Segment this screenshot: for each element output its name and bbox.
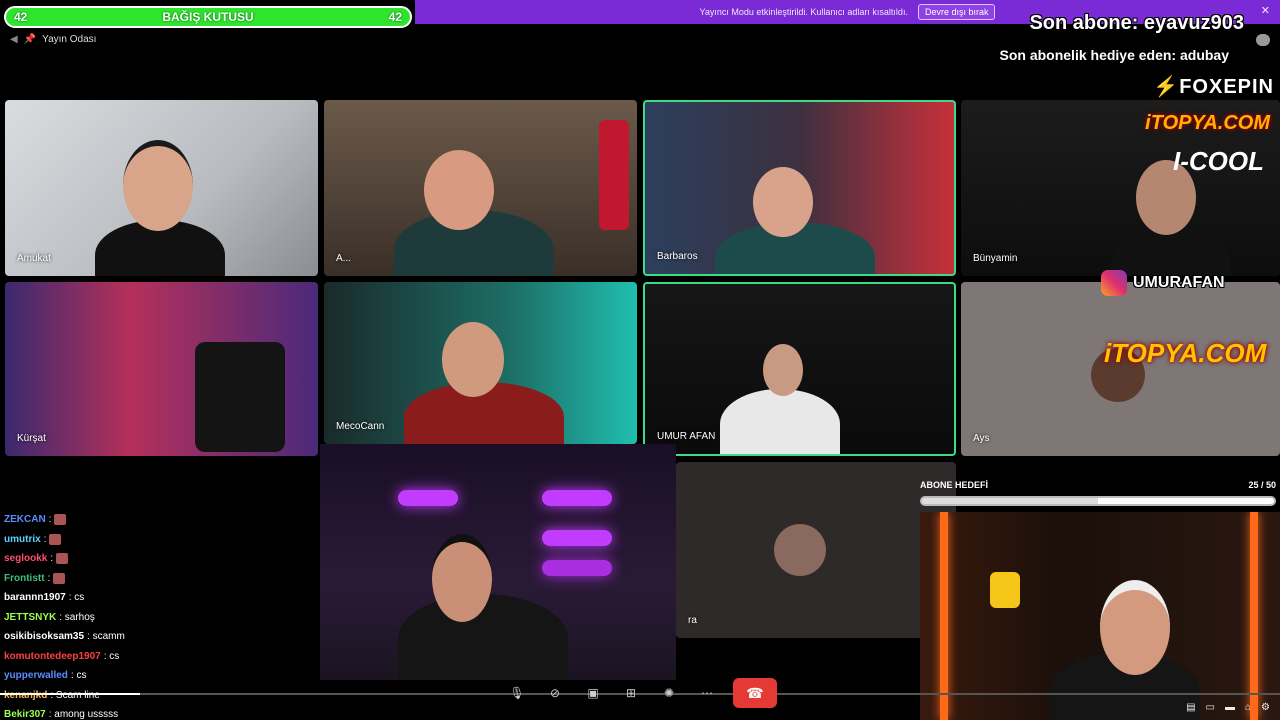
- chat-message: seglookk:: [4, 549, 334, 569]
- chat-colon: :: [47, 572, 51, 584]
- donation-bar: 42 BAĞIŞ KUTUSU 42: [4, 6, 412, 28]
- grid-icon[interactable]: ⊞: [619, 686, 643, 700]
- participant-name: MecoCann: [336, 421, 385, 432]
- participant-tile[interactable]: MecoCann: [324, 282, 637, 444]
- chat-colon: :: [48, 514, 52, 526]
- chat-username[interactable]: Frontistt: [4, 573, 45, 584]
- chat-message: umutrix:: [4, 530, 334, 550]
- participant-tile[interactable]: ra: [676, 462, 956, 638]
- chat-text: : scamm: [87, 631, 125, 643]
- participant-name: ra: [688, 615, 697, 626]
- chat-colon: :: [43, 533, 47, 545]
- chat-message: yupperwalled: cs: [4, 666, 334, 686]
- chat-message: Frontistt:: [4, 569, 334, 589]
- theater-icon[interactable]: ▬: [1225, 702, 1235, 713]
- icool-logo: I-COOL: [1173, 146, 1264, 176]
- chat-message: JETTSNYK: sarhoş: [4, 608, 334, 628]
- last-gift-overlay: Son abonelik hediye eden: adubay: [999, 47, 1230, 63]
- participant-name: UMUR AFAN: [657, 431, 716, 442]
- chat-text: : sarhoş: [59, 611, 95, 623]
- participant-name: A...: [336, 253, 352, 264]
- chat-username[interactable]: yupperwalled: [4, 670, 68, 681]
- participant-name: Ays: [973, 433, 990, 444]
- chat-colon: :: [50, 553, 54, 565]
- cast-icon[interactable]: ⌂: [1245, 702, 1251, 713]
- screen-share-icon[interactable]: ▣: [581, 686, 605, 700]
- chat-message: komutontedeep1907: cs: [4, 647, 334, 667]
- participant-tile[interactable]: Barbaros: [643, 100, 956, 276]
- chat-username[interactable]: JETTSNYK: [4, 612, 56, 623]
- chat-emote-icon: [56, 553, 69, 565]
- participant-name: Barbaros: [657, 251, 698, 262]
- disable-streamer-mode-button[interactable]: Devre dışı bırak: [917, 4, 996, 20]
- chat-message: barannn1907: cs: [4, 588, 334, 608]
- chat-message: kenanjkd: Scam line: [4, 686, 334, 706]
- pin-icon: 📌: [23, 34, 37, 45]
- participant-tile[interactable]: Kürşat: [5, 282, 318, 456]
- mic-icon[interactable]: 🎙: [505, 686, 529, 700]
- chat-username[interactable]: Bekir307: [4, 709, 46, 720]
- banner-message: Yayıncı Modu etkinleştirildi. Kullanıcı …: [699, 7, 908, 17]
- chat-username[interactable]: umutrix: [4, 534, 41, 545]
- sub-goal-widget: ABONE HEDEFİ 25 / 50: [920, 480, 1276, 506]
- chat-text: : among usssss: [48, 709, 119, 720]
- chat-username[interactable]: osikibisoksam35: [4, 631, 84, 642]
- participant-tile[interactable]: A...: [324, 100, 637, 276]
- foxepin-logo: ⚡FOXEPIN: [1153, 76, 1274, 98]
- instagram-icon: [1101, 270, 1127, 296]
- chat-bubble-icon[interactable]: [1256, 34, 1270, 46]
- room-header: ◀ 📌 Yayın Odası: [10, 34, 96, 45]
- sub-goal-label: ABONE HEDEFİ: [920, 480, 989, 490]
- donation-title: BAĞIŞ KUTUSU: [162, 10, 254, 24]
- chat-message: ZEKCAN:: [4, 510, 334, 530]
- chat-username[interactable]: ZEKCAN: [4, 514, 46, 525]
- chat-text: : Scam line: [50, 689, 100, 701]
- speaker-icon[interactable]: ◀: [10, 34, 18, 45]
- subtitles-icon[interactable]: ▤: [1186, 702, 1195, 713]
- effects-icon[interactable]: ✺: [657, 686, 681, 700]
- participant-name: Bünyamin: [973, 253, 1018, 264]
- itopya-logo: iTOPYA.COM: [1145, 112, 1270, 134]
- chat-username[interactable]: barannn1907: [4, 592, 66, 603]
- settings-icon[interactable]: ⚙: [1261, 702, 1270, 713]
- call-controls: 🎙 ⊘ ▣ ⊞ ✺ ⋯ ☎: [505, 678, 785, 708]
- sub-goal-count: 25 / 50: [1248, 480, 1276, 490]
- participant-tile[interactable]: UMUR AFAN: [643, 282, 956, 456]
- itopya-logo-2: iTOPYA.COM: [1104, 338, 1267, 368]
- instagram-handle: UMURAFAN: [1101, 270, 1225, 296]
- chat-text: : cs: [103, 650, 120, 662]
- miniplayer-icon[interactable]: ▭: [1206, 702, 1215, 713]
- chat-emote-icon: [49, 533, 62, 545]
- more-icon[interactable]: ⋯: [695, 686, 719, 700]
- chat-username[interactable]: seglookk: [4, 553, 47, 564]
- chat-emote-icon: [54, 514, 67, 526]
- participant-name: Kürşat: [17, 433, 46, 444]
- close-icon[interactable]: ✕: [1261, 4, 1270, 17]
- participant-tile[interactable]: Amukat: [5, 100, 318, 276]
- donation-right-count: 42: [388, 10, 402, 24]
- chat-overlay: ZEKCAN: umutrix: seglookk: Frontistt: barann…: [4, 510, 334, 720]
- player-controls: ▤ ▭ ▬ ⌂ ⚙: [1186, 702, 1270, 713]
- chat-text: : cs: [68, 592, 85, 604]
- sub-goal-progress: [920, 496, 1276, 506]
- participant-name: Amukat: [17, 253, 51, 264]
- chat-emote-icon: [53, 572, 66, 584]
- streamer-camera: [320, 444, 676, 680]
- chat-message: osikibisoksam35: scamm: [4, 627, 334, 647]
- hang-up-button[interactable]: ☎: [733, 678, 777, 708]
- room-title: Yayın Odası: [42, 34, 97, 45]
- chat-username[interactable]: kenanjkd: [4, 690, 47, 701]
- donation-left-count: 42: [14, 10, 28, 24]
- last-sub-overlay: Son abone: eyavuz903: [1029, 12, 1244, 34]
- chat-message: Bekir307: among usssss: [4, 705, 334, 720]
- chat-text: : cs: [70, 670, 87, 682]
- streamer-webcam: [920, 512, 1280, 720]
- participant-tile[interactable]: Ays: [961, 282, 1280, 456]
- camera-off-icon[interactable]: ⊘: [543, 686, 567, 700]
- chat-username[interactable]: komutontedeep1907: [4, 651, 101, 662]
